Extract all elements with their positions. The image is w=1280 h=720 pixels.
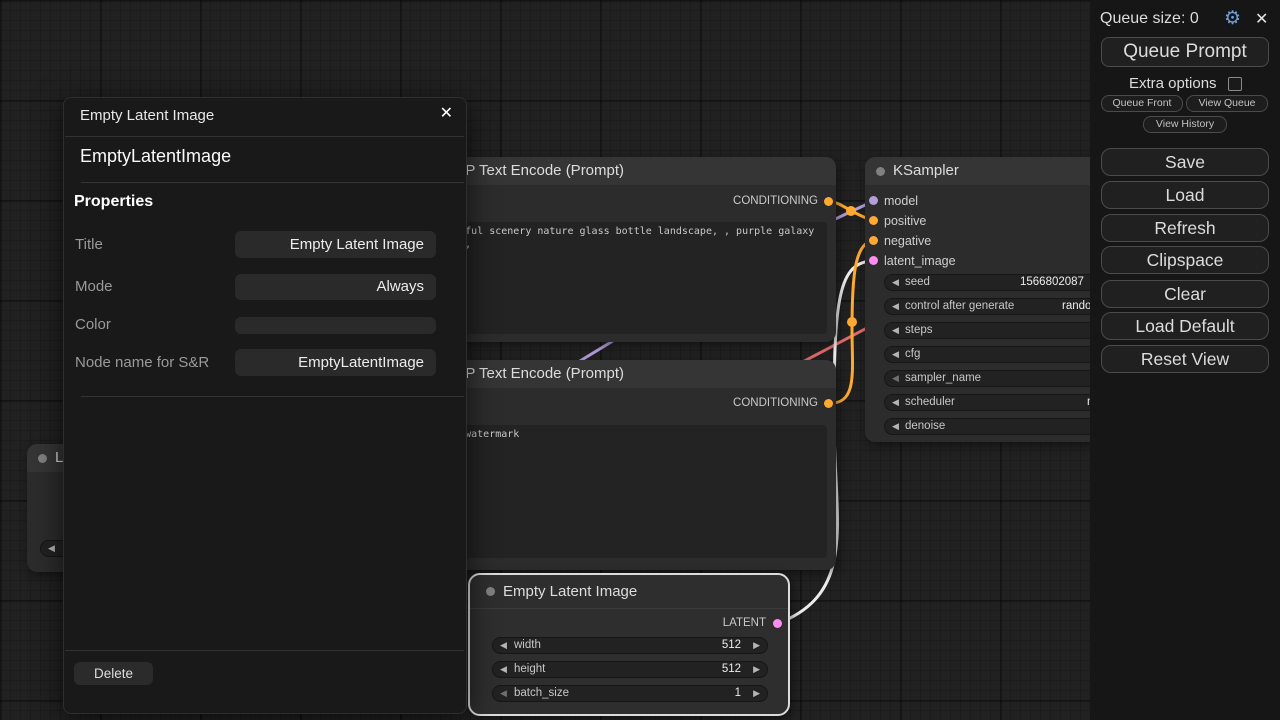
- widget-name: width: [514, 638, 541, 653]
- left-arrow-icon[interactable]: ◀: [500, 638, 507, 653]
- refresh-button[interactable]: Refresh: [1101, 214, 1269, 242]
- view-queue-button[interactable]: View Queue: [1186, 95, 1268, 112]
- model-input-slot[interactable]: [869, 196, 878, 205]
- node-title: KSampler: [893, 157, 959, 185]
- left-arrow-icon[interactable]: ◀: [892, 419, 899, 434]
- comfyui-canvas[interactable]: Load Checkpoint ◀ CLIP Text Encode (Prom…: [0, 0, 1280, 720]
- latent-output-slot[interactable]: [773, 619, 782, 628]
- title-field-label: Title: [75, 231, 103, 258]
- left-arrow-icon[interactable]: ◀: [892, 299, 899, 314]
- node-title-bar[interactable]: Empty Latent Image: [470, 575, 788, 609]
- node-title-bar[interactable]: CLIP Text Encode (Prompt): [414, 360, 836, 388]
- conditioning-output-label: CONDITIONING: [733, 397, 818, 409]
- latent-image-input-label: latent_image: [884, 254, 956, 268]
- node-status-dot: [486, 587, 495, 596]
- conditioning-output-slot[interactable]: [824, 197, 833, 206]
- gear-icon[interactable]: ⚙: [1224, 7, 1241, 30]
- widget-name: batch_size: [514, 686, 569, 701]
- width-widget[interactable]: ◀ width 512 ▶: [492, 637, 768, 654]
- widget-name: height: [514, 662, 545, 677]
- title-field-value: Empty Latent Image: [290, 231, 424, 258]
- widget-name: cfg: [905, 347, 920, 362]
- widget-name: scheduler: [905, 395, 955, 410]
- link-dot: [847, 317, 857, 327]
- latent-output-label: LATENT: [723, 617, 766, 629]
- left-arrow-icon[interactable]: ◀: [500, 686, 507, 701]
- node-status-dot: [38, 454, 47, 463]
- mode-field[interactable]: Always: [235, 274, 436, 300]
- node-empty-latent-image[interactable]: Empty Latent Image LATENT ◀ width 512 ▶ …: [468, 573, 790, 716]
- load-button[interactable]: Load: [1101, 181, 1269, 209]
- node-title: CLIP Text Encode (Prompt): [442, 360, 624, 388]
- model-input-label: model: [884, 194, 918, 208]
- left-arrow-icon[interactable]: ◀: [892, 275, 899, 290]
- negative-input-slot[interactable]: [869, 236, 878, 245]
- node-name-field-value: EmptyLatentImage: [298, 349, 424, 376]
- conditioning-output-label: CONDITIONING: [733, 195, 818, 207]
- properties-section-title: Properties: [74, 193, 153, 211]
- node-type-name: EmptyLatentImage: [80, 146, 231, 167]
- queue-prompt-button[interactable]: Queue Prompt: [1101, 37, 1269, 67]
- load-default-button[interactable]: Load Default: [1101, 312, 1269, 340]
- right-arrow-icon[interactable]: ▶: [753, 662, 760, 677]
- node-name-field-label: Node name for S&R: [75, 349, 209, 376]
- extra-options-label: Extra options: [1129, 75, 1217, 92]
- title-field[interactable]: Empty Latent Image: [235, 231, 436, 258]
- color-field[interactable]: [235, 317, 436, 334]
- positive-input-slot[interactable]: [869, 216, 878, 225]
- save-button[interactable]: Save: [1101, 148, 1269, 176]
- node-status-dot: [876, 167, 885, 176]
- view-history-button[interactable]: View History: [1143, 116, 1227, 133]
- clipspace-button[interactable]: Clipspace: [1101, 246, 1269, 274]
- node-title: CLIP Text Encode (Prompt): [442, 157, 624, 185]
- conditioning-output-slot[interactable]: [824, 399, 833, 408]
- widget-value: 512: [722, 638, 741, 653]
- widget-value: 1: [735, 686, 741, 701]
- node-clip-text-encode-negative[interactable]: CLIP Text Encode (Prompt) CONDITIONING t…: [414, 360, 836, 570]
- queue-size-label: Queue size: 0: [1100, 10, 1199, 28]
- widget-name: control after generate: [905, 299, 1014, 314]
- node-properties-dialog: Empty Latent Image ✕ EmptyLatentImage Pr…: [63, 97, 467, 714]
- latent-image-input-slot[interactable]: [869, 256, 878, 265]
- negative-input-label: negative: [884, 234, 931, 248]
- color-field-label: Color: [75, 312, 111, 338]
- widget-name: sampler_name: [905, 371, 981, 386]
- link-dot: [846, 206, 856, 216]
- left-arrow-icon[interactable]: ◀: [892, 347, 899, 362]
- extra-options-checkbox[interactable]: [1228, 77, 1242, 91]
- widget-name: steps: [905, 323, 933, 338]
- batch-size-widget[interactable]: ◀ batch_size 1 ▶: [492, 685, 768, 702]
- clear-button[interactable]: Clear: [1101, 280, 1269, 308]
- close-icon[interactable]: ✕: [440, 103, 453, 123]
- widget-value: 512: [722, 662, 741, 677]
- left-arrow-icon[interactable]: ◀: [892, 395, 899, 410]
- widget-value: 1566802087: [1020, 275, 1084, 290]
- node-title: Empty Latent Image: [503, 575, 637, 608]
- left-arrow-icon[interactable]: ◀: [500, 662, 507, 677]
- mode-field-value: Always: [376, 274, 424, 300]
- delete-button[interactable]: Delete: [74, 662, 153, 685]
- node-name-field[interactable]: EmptyLatentImage: [235, 349, 436, 376]
- node-title-bar[interactable]: CLIP Text Encode (Prompt): [414, 157, 836, 185]
- left-arrow-icon[interactable]: ◀: [892, 323, 899, 338]
- widget-name: seed: [905, 275, 930, 290]
- left-arrow-icon[interactable]: ◀: [48, 541, 55, 556]
- right-arrow-icon[interactable]: ▶: [753, 686, 760, 701]
- positive-input-label: positive: [884, 214, 926, 228]
- dialog-title: Empty Latent Image: [80, 104, 214, 128]
- widget-name: denoise: [905, 419, 945, 434]
- close-icon[interactable]: ✕: [1255, 9, 1268, 29]
- comfy-menu: Queue size: 0 ⚙ ✕ Queue Prompt Extra opt…: [1090, 0, 1280, 720]
- queue-front-button[interactable]: Queue Front: [1101, 95, 1183, 112]
- left-arrow-icon[interactable]: ◀: [892, 371, 899, 386]
- negative-prompt-textarea[interactable]: text, watermark: [425, 425, 827, 558]
- height-widget[interactable]: ◀ height 512 ▶: [492, 661, 768, 678]
- reset-view-button[interactable]: Reset View: [1101, 345, 1269, 373]
- node-clip-text-encode-positive[interactable]: CLIP Text Encode (Prompt) CONDITIONING b…: [414, 157, 836, 342]
- positive-prompt-textarea[interactable]: beautiful scenery nature glass bottle la…: [425, 222, 827, 334]
- right-arrow-icon[interactable]: ▶: [753, 638, 760, 653]
- mode-field-label: Mode: [75, 274, 113, 300]
